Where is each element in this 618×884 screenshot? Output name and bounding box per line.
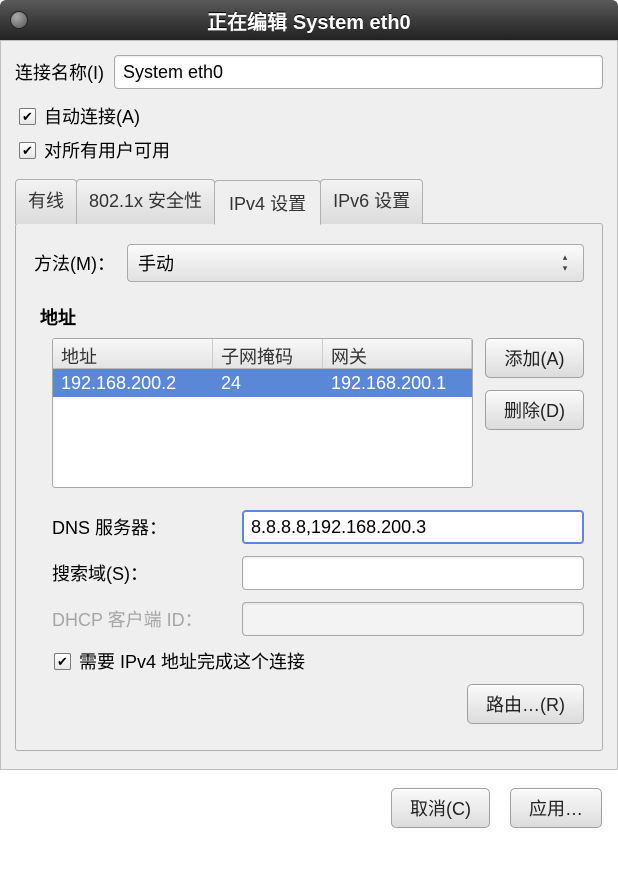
window-close-button[interactable] (10, 11, 28, 29)
connection-name-input[interactable] (114, 55, 603, 89)
cell-address: 192.168.200.2 (53, 373, 213, 394)
dialog-body: 连接名称(I) ✔ 自动连接(A) ✔ 对所有用户可用 有线 802.1x 安全… (0, 40, 618, 770)
dialog-footer: 取消(C) 应用… (0, 770, 618, 834)
updown-icon: ▴▾ (553, 249, 577, 277)
method-label: 方法(M)： (34, 250, 115, 276)
tab-ipv4[interactable]: IPv4 设置 (214, 180, 321, 225)
dns-input[interactable] (242, 510, 584, 544)
allusers-label: 对所有用户可用 (44, 137, 170, 163)
delete-address-button[interactable]: 删除(D) (485, 390, 584, 430)
dhcp-client-id-input (242, 602, 584, 636)
apply-button[interactable]: 应用… (510, 788, 602, 828)
window-title: 正在编辑 System eth0 (0, 6, 618, 35)
tab-8021x[interactable]: 802.1x 安全性 (76, 179, 215, 224)
cell-netmask: 24 (213, 373, 323, 394)
autoconnect-checkbox[interactable]: ✔ (19, 108, 36, 125)
tab-wired[interactable]: 有线 (15, 179, 77, 224)
dns-label: DNS 服务器： (52, 514, 232, 540)
autoconnect-label: 自动连接(A) (44, 103, 140, 129)
cancel-button[interactable]: 取消(C) (391, 788, 490, 828)
allusers-checkbox[interactable]: ✔ (19, 142, 36, 159)
table-row[interactable]: 192.168.200.2 24 192.168.200.1 (53, 369, 472, 397)
col-gateway: 网关 (323, 339, 472, 368)
require-ipv4-checkbox[interactable]: ✔ (54, 653, 71, 670)
dhcp-client-id-label: DHCP 客户端 ID： (52, 606, 232, 632)
addresses-title: 地址 (40, 304, 584, 330)
method-value: 手动 (138, 250, 174, 276)
connection-name-label: 连接名称(I) (15, 59, 104, 85)
tabs: 有线 802.1x 安全性 IPv4 设置 IPv6 设置 方法(M)： 手动 … (15, 179, 603, 751)
address-table[interactable]: 地址 子网掩码 网关 192.168.200.2 24 192.168.200.… (52, 338, 473, 488)
search-domains-input[interactable] (242, 556, 584, 590)
titlebar: 正在编辑 System eth0 (0, 0, 618, 40)
search-domains-label: 搜索域(S)： (52, 560, 232, 586)
col-address: 地址 (53, 339, 213, 368)
require-ipv4-label: 需要 IPv4 地址完成这个连接 (79, 648, 305, 674)
tabbar: 有线 802.1x 安全性 IPv4 设置 IPv6 设置 (15, 179, 603, 224)
address-table-header: 地址 子网掩码 网关 (53, 339, 472, 369)
cell-gateway: 192.168.200.1 (323, 373, 472, 394)
routes-button[interactable]: 路由…(R) (467, 684, 584, 724)
col-netmask: 子网掩码 (213, 339, 323, 368)
method-combobox[interactable]: 手动 ▴▾ (127, 244, 584, 282)
add-address-button[interactable]: 添加(A) (485, 338, 584, 378)
tab-ipv6[interactable]: IPv6 设置 (320, 179, 423, 224)
ipv4-panel: 方法(M)： 手动 ▴▾ 地址 地址 子网掩码 网关 192.168.200.2 (15, 223, 603, 751)
